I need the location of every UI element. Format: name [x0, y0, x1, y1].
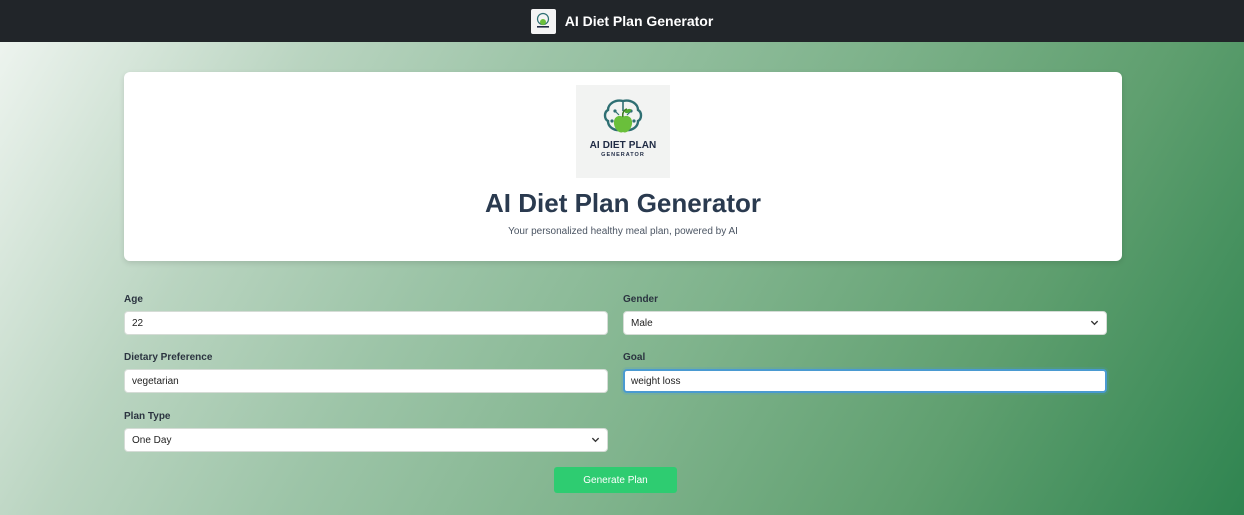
gender-label: Gender	[623, 294, 659, 305]
dietary-preference-input[interactable]	[124, 369, 608, 393]
gender-select[interactable]: Male	[623, 311, 1107, 335]
goal-label: Goal	[623, 352, 646, 363]
chevron-down-icon	[1090, 320, 1099, 326]
age-input[interactable]	[124, 311, 608, 335]
generate-plan-button[interactable]: Generate Plan	[554, 467, 677, 493]
plan-type-select-value[interactable]: One Day	[124, 428, 608, 452]
gender-select-value[interactable]: Male	[623, 311, 1107, 335]
brain-apple-logo-icon[interactable]	[530, 8, 556, 34]
dietary-preference-label: Dietary Preference	[124, 352, 213, 363]
page-title: AI Diet Plan Generator	[485, 188, 761, 218]
brain-apple-icon	[603, 99, 643, 133]
hero-card: AI DIET PLAN GENERATOR AI Diet Plan Gene…	[124, 72, 1122, 261]
app-logo: AI DIET PLAN GENERATOR	[576, 85, 670, 178]
navbar: AI Diet Plan Generator	[0, 0, 1244, 42]
page-subtitle: Your personalized healthy meal plan, pow…	[508, 226, 738, 237]
plan-type-label: Plan Type	[124, 411, 171, 422]
navbar-title[interactable]: AI Diet Plan Generator	[565, 13, 714, 29]
goal-input[interactable]	[623, 369, 1107, 393]
logo-text-line1: AI DIET PLAN	[589, 140, 657, 151]
age-label: Age	[124, 294, 143, 305]
plan-type-select[interactable]: One Day	[124, 428, 608, 452]
chevron-down-icon	[591, 437, 600, 443]
logo-text-line2: GENERATOR	[601, 152, 645, 158]
